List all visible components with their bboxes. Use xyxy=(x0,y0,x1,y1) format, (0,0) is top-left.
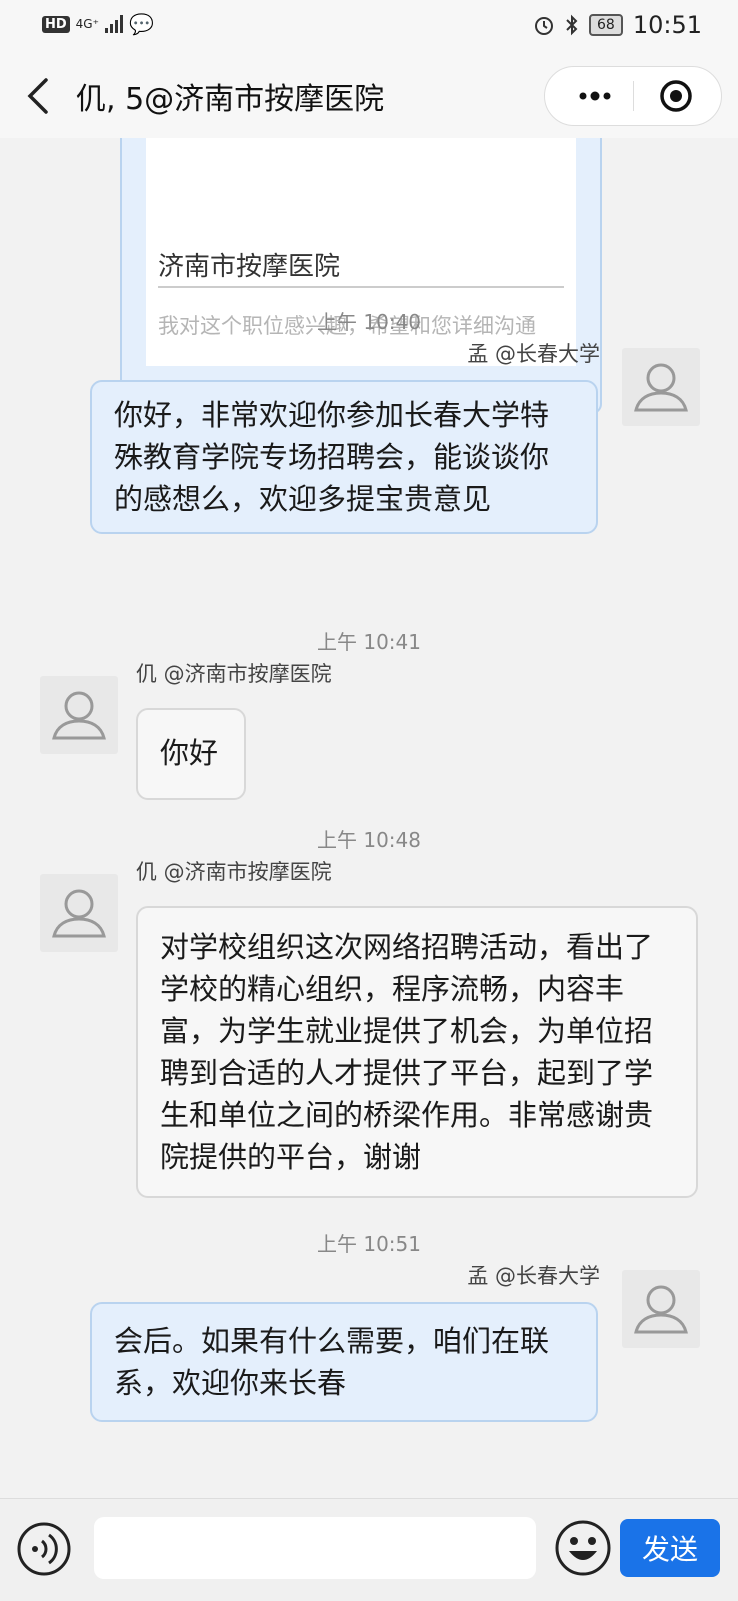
message-timestamp: 上午 10:51 xyxy=(317,1232,421,1256)
title-bar: 仉, 5@济南市按摩医院 xyxy=(0,52,738,138)
signal-icon xyxy=(104,15,123,33)
capsule-divider xyxy=(633,81,634,111)
more-options-icon[interactable] xyxy=(575,83,615,109)
network-type: 4G⁺ xyxy=(75,17,99,31)
voice-input-icon[interactable] xyxy=(16,1521,72,1577)
message-input[interactable] xyxy=(94,1517,536,1579)
user-silhouette-icon xyxy=(52,889,106,938)
input-bar: 发送 xyxy=(0,1498,738,1601)
user-silhouette-icon xyxy=(52,691,106,740)
divider xyxy=(158,286,564,288)
back-arrow-icon[interactable] xyxy=(24,76,54,116)
avatar[interactable] xyxy=(40,874,118,952)
wechat-icon: 💬 xyxy=(128,12,154,36)
bluetooth-icon xyxy=(566,14,578,36)
sender-name: 仉 @济南市按摩医院 xyxy=(136,860,332,884)
chat-title: 仉, 5@济南市按摩医院 xyxy=(76,82,385,117)
user-silhouette-icon xyxy=(634,363,688,412)
chat-area[interactable]: 济南市按摩医院 我对这个职位感兴趣，希望和您详细沟通 上午 10:40 孟 @长… xyxy=(0,138,738,1498)
hd-badge: HD xyxy=(42,15,70,33)
send-button[interactable]: 发送 xyxy=(620,1519,720,1577)
sender-name: 仉 @济南市按摩医院 xyxy=(136,662,332,686)
emoji-icon[interactable] xyxy=(554,1519,612,1577)
message-bubble[interactable]: 对学校组织这次网络招聘活动，看出了学校的精心组织，程序流畅，内容丰富，为学生就业… xyxy=(136,906,698,1198)
sender-name: 孟 @长春大学 xyxy=(467,1264,600,1288)
battery-icon: 68 xyxy=(589,14,623,36)
sender-name: 孟 @长春大学 xyxy=(467,342,600,366)
message-bubble[interactable]: 你好，非常欢迎你参加长春大学特殊教育学院专场招聘会，能谈谈你的感想么，欢迎多提宝… xyxy=(90,380,598,534)
status-time: 10:51 xyxy=(632,11,702,39)
message-bubble[interactable]: 你好 xyxy=(136,708,246,800)
job-card-company: 济南市按摩医院 xyxy=(158,252,341,282)
job-card[interactable]: 济南市按摩医院 我对这个职位感兴趣，希望和您详细沟通 xyxy=(120,138,602,414)
avatar[interactable] xyxy=(622,348,700,426)
message-timestamp: 上午 10:40 xyxy=(317,310,421,334)
alarm-icon xyxy=(535,17,553,35)
message-timestamp: 上午 10:48 xyxy=(317,828,421,852)
status-bar: HD 4G⁺ 💬 68 10:51 xyxy=(0,0,738,52)
message-timestamp: 上午 10:41 xyxy=(317,630,421,654)
user-silhouette-icon xyxy=(634,1285,688,1334)
avatar[interactable] xyxy=(40,676,118,754)
avatar[interactable] xyxy=(622,1270,700,1348)
close-miniprogram-icon[interactable] xyxy=(659,79,693,113)
message-bubble[interactable]: 会后。如果有什么需要，咱们在联系，欢迎你来长春 xyxy=(90,1302,598,1422)
mini-program-capsule xyxy=(544,66,722,126)
